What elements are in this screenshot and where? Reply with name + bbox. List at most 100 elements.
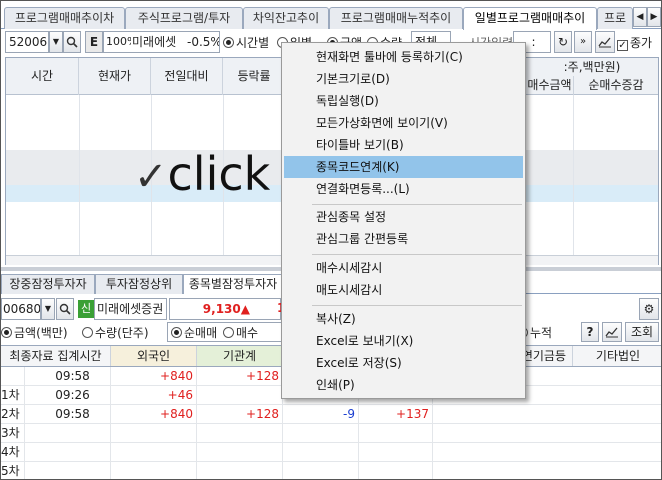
row-foreign: [111, 462, 197, 479]
tab-intraday-investor[interactable]: 장중잠정투자자: [1, 274, 95, 294]
header-change-rate: 등락률: [223, 58, 286, 95]
query-button[interactable]: 조회: [625, 322, 659, 342]
menu-item-copy[interactable]: 복사(Z): [284, 308, 523, 330]
header-foreign: 외국인: [111, 346, 197, 366]
table-row[interactable]: 5차: [1, 462, 661, 479]
menu-item-buy-watch[interactable]: 매수시세감시: [284, 257, 523, 279]
menu-item-show-all-desktops[interactable]: 모든가상화면에 보이기(V): [284, 112, 523, 134]
row-col5: +137: [359, 405, 433, 423]
checkmark-icon: ✓: [617, 40, 628, 51]
refresh-button[interactable]: ↻: [554, 31, 572, 53]
table-row[interactable]: 4차: [1, 443, 661, 462]
radio-time[interactable]: 시간별: [223, 34, 269, 51]
menu-item-stock-code-link[interactable]: 종목코드연계(K): [284, 156, 523, 178]
table-row[interactable]: 2차 09:58 +840 +128 -9 +137: [1, 405, 661, 424]
row-foreign: [111, 443, 197, 461]
table-row[interactable]: 3차: [1, 424, 661, 443]
stock-code-input[interactable]: 520063: [5, 31, 49, 53]
header-price: 현재가: [79, 58, 151, 95]
stock-name-label: 미래에셋: [131, 31, 187, 53]
header-institution: 기관계: [197, 346, 283, 366]
new-badge: 신: [78, 300, 94, 318]
next-button[interactable]: »: [574, 31, 592, 53]
radio-buy[interactable]: 매수: [222, 326, 259, 340]
chevron-down-icon: ▼: [52, 37, 60, 46]
context-menu: 현재화면 툴바에 등록하기(C) 기본크기로(D) 독립실행(D) 모든가상화면…: [281, 42, 526, 399]
row-institution: [197, 443, 283, 461]
radio-button-icon: [1, 327, 12, 338]
code-dropdown-button[interactable]: ▼: [49, 31, 63, 53]
header-final-time: 최종자료 집계시간: [1, 346, 111, 366]
etf-badge: E: [85, 31, 103, 53]
row-label: 1차: [1, 386, 25, 404]
menu-item-sell-watch[interactable]: 매도시세감시: [284, 279, 523, 301]
checkmark-icon: ✓: [134, 154, 168, 200]
radio-net[interactable]: 순매매: [171, 326, 217, 340]
stock-search-button[interactable]: [63, 31, 81, 53]
up-arrow-icon: ▲: [240, 302, 250, 316]
row-label: 5차: [1, 462, 25, 479]
close-price-label: 종가: [630, 36, 653, 50]
menu-item-standalone[interactable]: 독립실행(D): [284, 90, 523, 112]
chart-toggle-button[interactable]: [595, 31, 615, 53]
tab-scroll-left-button[interactable]: ◀: [633, 7, 647, 27]
row-col5: [359, 462, 433, 479]
row-label: 3차: [1, 424, 25, 442]
menu-item-link-screen[interactable]: 연결화면등록...(L): [284, 178, 523, 200]
tab-investor-top[interactable]: 투자잠정상위: [95, 274, 183, 294]
radio-button-icon: [223, 37, 234, 48]
tab-program-cumulative[interactable]: 프로그램매매누적추이: [329, 7, 463, 29]
menu-item-print[interactable]: 인쇄(P): [284, 374, 523, 396]
tab-scroll-right-button[interactable]: ▶: [647, 7, 661, 27]
help-button[interactable]: ?: [581, 322, 599, 342]
menu-item-watchlist-quick-add[interactable]: 관심그룹 간편등록: [284, 228, 523, 250]
tab-stock-investor[interactable]: 종목별잠정투자자: [183, 274, 283, 294]
tab-stock-program-investor[interactable]: 주식프로그램/투자: [125, 7, 243, 29]
menu-item-add-toolbar[interactable]: 현재화면 툴바에 등록하기(C): [284, 46, 523, 68]
stock-search-button-2[interactable]: [56, 298, 74, 320]
search-icon: [66, 36, 78, 48]
top-tab-strip: 프로그램매매추이차 주식프로그램/투자 차익잔고추이 프로그램매매누적추이 일별…: [1, 7, 661, 30]
app-window: 프로그램매매추이차 주식프로그램/투자 차익잔고추이 프로그램매매누적추이 일별…: [0, 0, 662, 480]
row-foreign: +840: [111, 367, 197, 385]
triangle-left-icon: ◀: [636, 12, 644, 22]
radio-qty-shares[interactable]: 수량(단주): [82, 324, 149, 341]
chart-button[interactable]: [602, 322, 622, 342]
price-value: 9,130: [202, 302, 241, 316]
header-net-buy-change: 순매수증감: [588, 78, 644, 92]
unit-label: :주,백만원): [563, 60, 621, 74]
search-icon: [59, 303, 71, 315]
radio-amount-mil[interactable]: 금액(백만): [1, 324, 68, 341]
tab-arbitrage-balance[interactable]: 차익잔고추이: [243, 7, 329, 29]
tab-daily-program-trend[interactable]: 일별프로그램매매추이: [463, 7, 597, 30]
row-institution: [197, 386, 283, 404]
menu-item-excel-send[interactable]: Excel로 보내기(X): [284, 330, 523, 352]
stock-price: 9,130▲: [169, 298, 281, 320]
triangle-right-icon: ▶: [650, 12, 658, 22]
tab-program-trend-chart[interactable]: 프로그램매매추이차: [4, 7, 125, 29]
header-time: 시간: [6, 58, 79, 95]
header-change: 전일대비: [151, 58, 223, 95]
settings-button[interactable]: ⚙: [639, 298, 659, 320]
menu-item-show-titlebar[interactable]: 타이틀바 보기(B): [284, 134, 523, 156]
close-price-checkbox[interactable]: ✓ 종가: [617, 34, 652, 51]
row-time: [25, 424, 111, 442]
trade-type-group: 순매매 매수: [167, 322, 287, 342]
row-foreign: [111, 424, 197, 442]
radio-time-label: 시간별: [236, 36, 270, 50]
stock-code-input-2[interactable]: 006800: [1, 298, 41, 320]
radio-qty-shares-label: 수량(단주): [95, 326, 149, 340]
row-label: 4차: [1, 443, 25, 461]
radio-buy-label: 매수: [235, 326, 259, 340]
tab-program-more[interactable]: 프로: [597, 7, 633, 29]
menu-item-default-size[interactable]: 기본크기로(D): [284, 68, 523, 90]
row-col5: [359, 443, 433, 461]
radio-amount-mil-label: 금액(백만): [14, 326, 68, 340]
menu-item-excel-save[interactable]: Excel로 저장(S): [284, 352, 523, 374]
row-time: 09:26: [25, 386, 111, 404]
row-foreign: +840: [111, 405, 197, 423]
menu-item-watchlist-setting[interactable]: 관심종목 설정: [284, 206, 523, 228]
code-dropdown-button-2[interactable]: ▼: [41, 298, 55, 320]
header-other-corp: 기타법인: [573, 346, 661, 366]
row-time: 09:58: [25, 405, 111, 423]
